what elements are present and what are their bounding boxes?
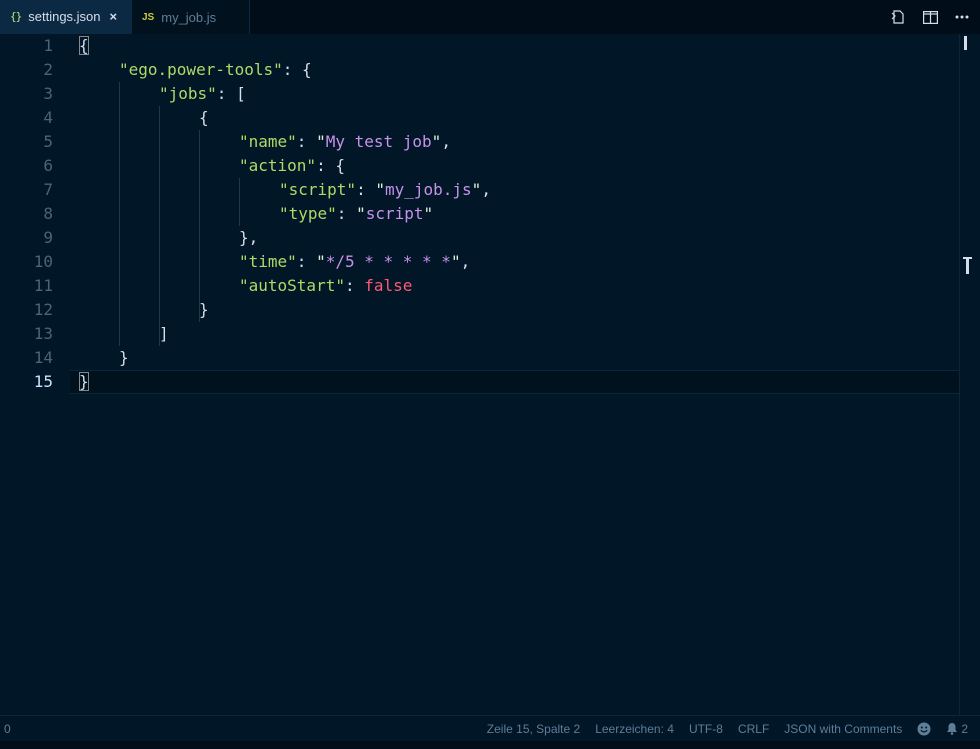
line-number: 14 xyxy=(33,348,53,367)
editor-actions xyxy=(890,0,970,34)
tab-bar: {} settings.json × JS my_job.js xyxy=(0,0,980,34)
bell-icon xyxy=(947,723,958,735)
notification-count: 2 xyxy=(961,721,968,736)
status-bar: 0 Zeile 15, Spalte 2 Leerzeichen: 4 UTF-… xyxy=(0,715,980,741)
line-number: 10 xyxy=(33,252,53,271)
code-line: "action": { xyxy=(239,156,345,175)
line-number: 7 xyxy=(43,180,53,199)
indent-guide xyxy=(159,106,160,346)
code-line: } xyxy=(119,348,129,367)
language-mode[interactable]: JSON with Comments xyxy=(784,722,902,736)
vertical-scrollbar[interactable] xyxy=(959,34,980,715)
problems-count[interactable]: 0 xyxy=(4,722,11,736)
tab-my-job-js[interactable]: JS my_job.js xyxy=(132,0,250,34)
line-number: 9 xyxy=(43,228,53,247)
editor-window: {} settings.json × JS my_job.js 1 2 3 4 … xyxy=(0,0,980,749)
encoding[interactable]: UTF-8 xyxy=(689,722,723,736)
code-line: } xyxy=(199,300,209,319)
tab-settings-json[interactable]: {} settings.json × xyxy=(0,0,132,34)
line-number: 5 xyxy=(43,132,53,151)
code-line: "time": "*/5 * * * * *", xyxy=(239,252,471,271)
indent-guide xyxy=(239,178,240,226)
line-number-current: 15 xyxy=(33,372,53,391)
code-line: ] xyxy=(159,324,169,343)
code-line: { xyxy=(199,108,209,127)
code-line: "autoStart": false xyxy=(239,276,413,295)
feedback-smiley-icon[interactable] xyxy=(917,722,931,736)
code-line: }, xyxy=(239,228,259,247)
line-number: 3 xyxy=(43,84,53,103)
line-number: 2 xyxy=(43,60,53,79)
indent-guide xyxy=(119,82,120,346)
cursor-position-marker xyxy=(963,257,972,274)
code-line: { xyxy=(79,36,89,55)
code-line: "ego.power-tools": { xyxy=(119,60,312,79)
status-bar-right: Zeile 15, Spalte 2 Leerzeichen: 4 UTF-8 … xyxy=(487,716,968,741)
code-editor[interactable]: 1 2 3 4 5 6 7 8 9 10 11 12 13 14 15 { "e… xyxy=(0,34,980,715)
line-number: 1 xyxy=(43,36,53,55)
split-editor-icon[interactable] xyxy=(922,9,938,25)
close-icon[interactable]: × xyxy=(110,9,118,24)
code-line: "name": "My test job", xyxy=(239,132,451,151)
indentation[interactable]: Leerzeichen: 4 xyxy=(595,722,674,736)
line-number: 12 xyxy=(33,300,53,319)
notifications[interactable]: 2 xyxy=(946,722,968,736)
line-number: 13 xyxy=(33,324,53,343)
more-actions-icon[interactable] xyxy=(954,9,970,25)
scrollbar-thumb[interactable] xyxy=(964,36,967,50)
line-number: 6 xyxy=(43,156,53,175)
line-number: 4 xyxy=(43,108,53,127)
line-ending[interactable]: CRLF xyxy=(738,722,769,736)
json-file-icon: {} xyxy=(10,10,22,23)
line-number: 11 xyxy=(33,276,53,295)
code-line: "script": "my_job.js", xyxy=(279,180,491,199)
current-line-highlight xyxy=(70,370,960,394)
js-file-icon: JS xyxy=(142,11,155,23)
tab-label: settings.json xyxy=(28,9,101,24)
cursor-position[interactable]: Zeile 15, Spalte 2 xyxy=(487,722,580,736)
open-preview-icon[interactable] xyxy=(890,9,906,25)
code-line: "type": "script" xyxy=(279,204,434,223)
window-bottom-edge xyxy=(0,741,980,749)
line-number: 8 xyxy=(43,204,53,223)
tab-label: my_job.js xyxy=(161,9,217,25)
indent-guide xyxy=(199,130,200,322)
code-line: "jobs": [ xyxy=(159,84,246,103)
code-line-current: } xyxy=(79,372,89,391)
